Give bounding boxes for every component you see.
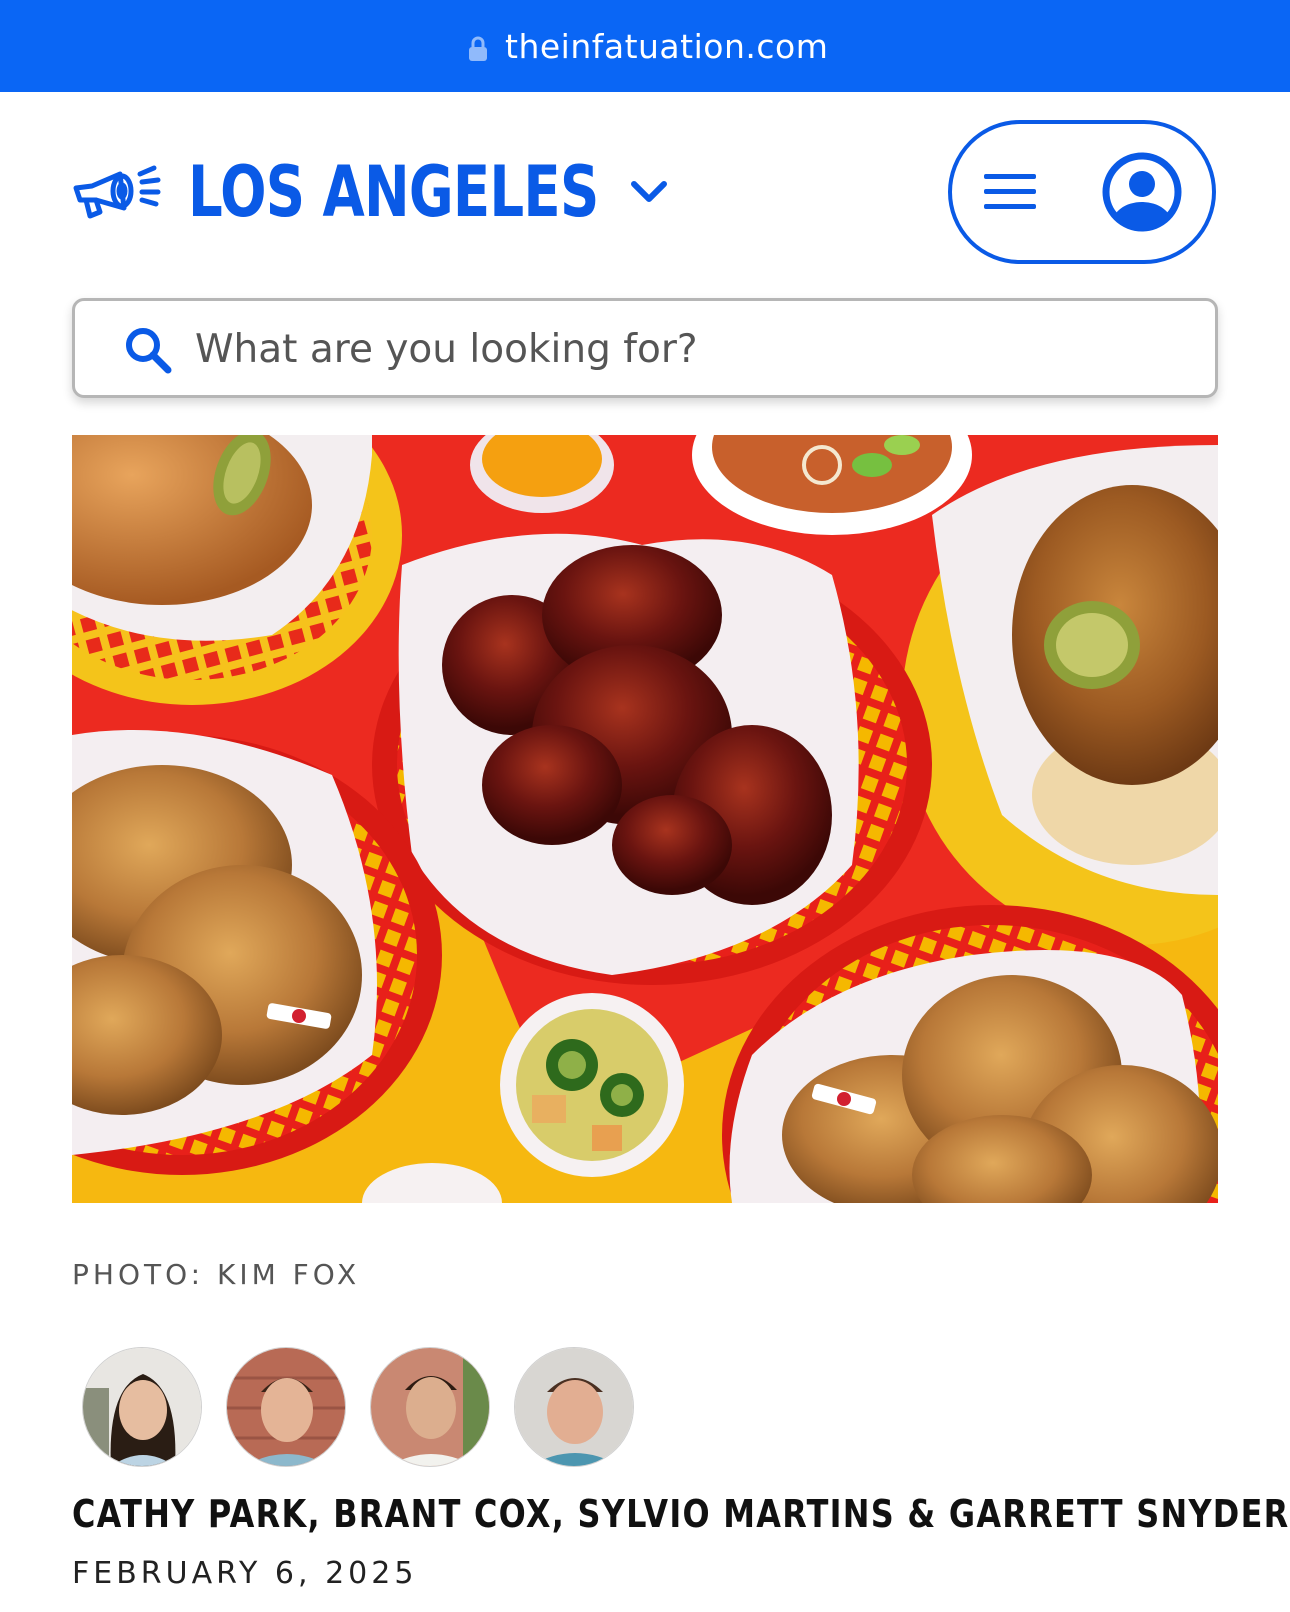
- url-text[interactable]: theinfatuation.com: [505, 24, 828, 70]
- author-names[interactable]: CATHY PARK, BRANT COX, SYLVIO MARTINS & …: [72, 1490, 1289, 1538]
- city-name[interactable]: LOS ANGELES: [188, 152, 599, 232]
- search-icon[interactable]: [123, 325, 173, 375]
- photo-credit: PHOTO: KIM FOX: [72, 1258, 361, 1291]
- search-box[interactable]: [72, 298, 1218, 398]
- lock-icon: [469, 36, 487, 61]
- avatar[interactable]: [370, 1347, 490, 1467]
- publish-date: FEBRUARY 6, 2025: [72, 1556, 418, 1591]
- megaphone-icon[interactable]: [70, 162, 166, 222]
- site-header: LOS ANGELES: [0, 92, 1290, 292]
- user-circle-icon[interactable]: [1102, 152, 1182, 232]
- hamburger-icon[interactable]: [982, 172, 1038, 212]
- avatar[interactable]: [226, 1347, 346, 1467]
- avatar[interactable]: [514, 1347, 634, 1467]
- hero-photo: [72, 435, 1218, 1203]
- author-photo: [515, 1348, 633, 1466]
- browser-url-bar[interactable]: theinfatuation.com: [0, 0, 1290, 92]
- search-input[interactable]: [195, 317, 1175, 381]
- author-photo: [227, 1348, 345, 1466]
- author-photo: [83, 1348, 201, 1466]
- fried-chicken-photo: [72, 435, 1218, 1203]
- chevron-down-icon[interactable]: [628, 176, 670, 206]
- author-photo: [371, 1348, 489, 1466]
- avatar[interactable]: [82, 1347, 202, 1467]
